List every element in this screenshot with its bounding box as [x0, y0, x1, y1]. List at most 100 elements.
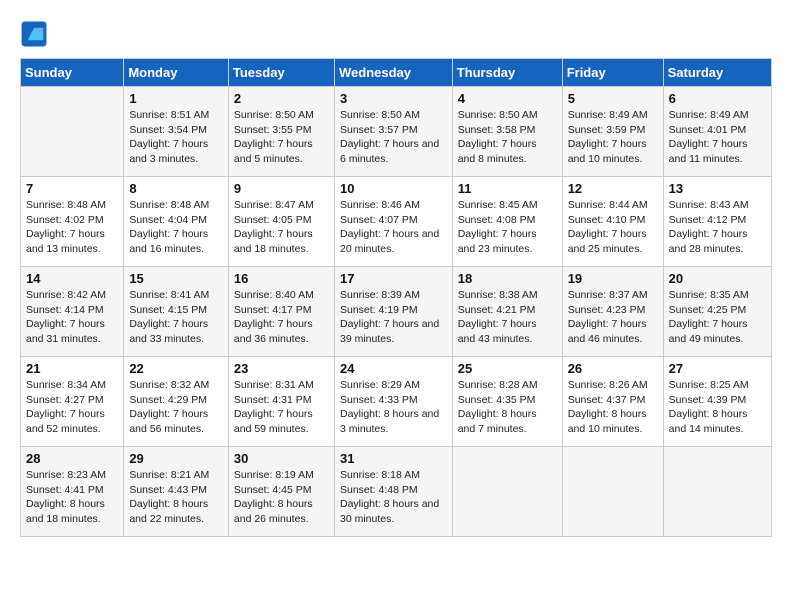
day-number: 3	[340, 91, 447, 106]
day-number: 13	[669, 181, 766, 196]
day-info: Sunrise: 8:48 AMSunset: 4:02 PMDaylight:…	[26, 198, 118, 257]
week-row-2: 7 Sunrise: 8:48 AMSunset: 4:02 PMDaylight…	[21, 177, 772, 267]
day-info: Sunrise: 8:46 AMSunset: 4:07 PMDaylight:…	[340, 198, 447, 257]
day-number: 7	[26, 181, 118, 196]
day-number: 8	[129, 181, 223, 196]
week-row-1: 1 Sunrise: 8:51 AMSunset: 3:54 PMDaylight…	[21, 87, 772, 177]
header-thursday: Thursday	[452, 59, 562, 87]
calendar-table: Sunday Monday Tuesday Wednesday Thursday…	[20, 58, 772, 537]
day-info: Sunrise: 8:50 AMSunset: 3:58 PMDaylight:…	[458, 108, 557, 167]
day-number: 16	[234, 271, 329, 286]
header-sunday: Sunday	[21, 59, 124, 87]
day-cell: 24 Sunrise: 8:29 AMSunset: 4:33 PMDayligh…	[334, 357, 452, 447]
day-number: 2	[234, 91, 329, 106]
day-cell: 7 Sunrise: 8:48 AMSunset: 4:02 PMDaylight…	[21, 177, 124, 267]
day-cell: 23 Sunrise: 8:31 AMSunset: 4:31 PMDayligh…	[228, 357, 334, 447]
day-number: 20	[669, 271, 766, 286]
day-info: Sunrise: 8:34 AMSunset: 4:27 PMDaylight:…	[26, 378, 118, 437]
day-cell: 17 Sunrise: 8:39 AMSunset: 4:19 PMDayligh…	[334, 267, 452, 357]
header-row: Sunday Monday Tuesday Wednesday Thursday…	[21, 59, 772, 87]
day-info: Sunrise: 8:18 AMSunset: 4:48 PMDaylight:…	[340, 468, 447, 527]
day-number: 11	[458, 181, 557, 196]
day-info: Sunrise: 8:28 AMSunset: 4:35 PMDaylight:…	[458, 378, 557, 437]
day-cell: 5 Sunrise: 8:49 AMSunset: 3:59 PMDaylight…	[562, 87, 663, 177]
day-info: Sunrise: 8:51 AMSunset: 3:54 PMDaylight:…	[129, 108, 223, 167]
day-info: Sunrise: 8:42 AMSunset: 4:14 PMDaylight:…	[26, 288, 118, 347]
day-cell: 19Sunrise: 8:37 AMSunset: 4:23 PMDayligh…	[562, 267, 663, 357]
day-info: Sunrise: 8:29 AMSunset: 4:33 PMDaylight:…	[340, 378, 447, 437]
week-row-5: 28Sunrise: 8:23 AMSunset: 4:41 PMDayligh…	[21, 447, 772, 537]
header-tuesday: Tuesday	[228, 59, 334, 87]
day-number: 6	[669, 91, 766, 106]
day-cell: 29 Sunrise: 8:21 AMSunset: 4:43 PMDayligh…	[124, 447, 229, 537]
day-cell: 11 Sunrise: 8:45 AMSunset: 4:08 PMDayligh…	[452, 177, 562, 267]
day-cell	[452, 447, 562, 537]
day-number: 25	[458, 361, 557, 376]
day-cell: 13 Sunrise: 8:43 AMSunset: 4:12 PMDayligh…	[663, 177, 771, 267]
day-info: Sunrise: 8:45 AMSunset: 4:08 PMDaylight:…	[458, 198, 557, 257]
day-number: 24	[340, 361, 447, 376]
day-number: 12	[568, 181, 658, 196]
day-cell: 16 Sunrise: 8:40 AMSunset: 4:17 PMDayligh…	[228, 267, 334, 357]
day-number: 30	[234, 451, 329, 466]
day-info: Sunrise: 8:31 AMSunset: 4:31 PMDaylight:…	[234, 378, 329, 437]
day-cell: 2 Sunrise: 8:50 AMSunset: 3:55 PMDaylight…	[228, 87, 334, 177]
day-cell: 10Sunrise: 8:46 AMSunset: 4:07 PMDayligh…	[334, 177, 452, 267]
day-number: 1	[129, 91, 223, 106]
day-number: 21	[26, 361, 118, 376]
day-number: 17	[340, 271, 447, 286]
day-cell: 18 Sunrise: 8:38 AMSunset: 4:21 PMDayligh…	[452, 267, 562, 357]
day-info: Sunrise: 8:50 AMSunset: 3:57 PMDaylight:…	[340, 108, 447, 167]
day-cell: 14Sunrise: 8:42 AMSunset: 4:14 PMDayligh…	[21, 267, 124, 357]
day-number: 18	[458, 271, 557, 286]
day-cell: 25 Sunrise: 8:28 AMSunset: 4:35 PMDayligh…	[452, 357, 562, 447]
day-cell: 20 Sunrise: 8:35 AMSunset: 4:25 PMDayligh…	[663, 267, 771, 357]
header-monday: Monday	[124, 59, 229, 87]
day-cell: 9 Sunrise: 8:47 AMSunset: 4:05 PMDaylight…	[228, 177, 334, 267]
day-number: 29	[129, 451, 223, 466]
day-info: Sunrise: 8:39 AMSunset: 4:19 PMDaylight:…	[340, 288, 447, 347]
day-info: Sunrise: 8:48 AMSunset: 4:04 PMDaylight:…	[129, 198, 223, 257]
day-info: Sunrise: 8:19 AMSunset: 4:45 PMDaylight:…	[234, 468, 329, 527]
page-header	[20, 20, 772, 48]
day-number: 5	[568, 91, 658, 106]
header-friday: Friday	[562, 59, 663, 87]
day-info: Sunrise: 8:21 AMSunset: 4:43 PMDaylight:…	[129, 468, 223, 527]
day-info: Sunrise: 8:49 AMSunset: 3:59 PMDaylight:…	[568, 108, 658, 167]
day-info: Sunrise: 8:26 AMSunset: 4:37 PMDaylight:…	[568, 378, 658, 437]
day-cell: 8 Sunrise: 8:48 AMSunset: 4:04 PMDaylight…	[124, 177, 229, 267]
logo	[20, 20, 52, 48]
day-info: Sunrise: 8:23 AMSunset: 4:41 PMDaylight:…	[26, 468, 118, 527]
day-info: Sunrise: 8:49 AMSunset: 4:01 PMDaylight:…	[669, 108, 766, 167]
day-cell	[21, 87, 124, 177]
day-info: Sunrise: 8:25 AMSunset: 4:39 PMDaylight:…	[669, 378, 766, 437]
day-number: 22	[129, 361, 223, 376]
day-info: Sunrise: 8:35 AMSunset: 4:25 PMDaylight:…	[669, 288, 766, 347]
header-saturday: Saturday	[663, 59, 771, 87]
day-cell: 12 Sunrise: 8:44 AMSunset: 4:10 PMDayligh…	[562, 177, 663, 267]
day-number: 23	[234, 361, 329, 376]
day-cell: 28Sunrise: 8:23 AMSunset: 4:41 PMDayligh…	[21, 447, 124, 537]
day-number: 19	[568, 271, 658, 286]
day-number: 26	[568, 361, 658, 376]
day-info: Sunrise: 8:32 AMSunset: 4:29 PMDaylight:…	[129, 378, 223, 437]
day-cell: 22 Sunrise: 8:32 AMSunset: 4:29 PMDayligh…	[124, 357, 229, 447]
day-info: Sunrise: 8:41 AMSunset: 4:15 PMDaylight:…	[129, 288, 223, 347]
day-cell: 4Sunrise: 8:50 AMSunset: 3:58 PMDaylight…	[452, 87, 562, 177]
day-number: 9	[234, 181, 329, 196]
day-info: Sunrise: 8:50 AMSunset: 3:55 PMDaylight:…	[234, 108, 329, 167]
day-cell	[663, 447, 771, 537]
header-wednesday: Wednesday	[334, 59, 452, 87]
day-cell: 30 Sunrise: 8:19 AMSunset: 4:45 PMDayligh…	[228, 447, 334, 537]
day-cell: 26 Sunrise: 8:26 AMSunset: 4:37 PMDayligh…	[562, 357, 663, 447]
day-cell: 21 Sunrise: 8:34 AMSunset: 4:27 PMDayligh…	[21, 357, 124, 447]
day-info: Sunrise: 8:43 AMSunset: 4:12 PMDaylight:…	[669, 198, 766, 257]
day-number: 15	[129, 271, 223, 286]
day-info: Sunrise: 8:44 AMSunset: 4:10 PMDaylight:…	[568, 198, 658, 257]
day-cell: 1 Sunrise: 8:51 AMSunset: 3:54 PMDaylight…	[124, 87, 229, 177]
day-cell: 6 Sunrise: 8:49 AMSunset: 4:01 PMDaylight…	[663, 87, 771, 177]
day-info: Sunrise: 8:40 AMSunset: 4:17 PMDaylight:…	[234, 288, 329, 347]
day-info: Sunrise: 8:38 AMSunset: 4:21 PMDaylight:…	[458, 288, 557, 347]
day-info: Sunrise: 8:47 AMSunset: 4:05 PMDaylight:…	[234, 198, 329, 257]
day-cell: 27Sunrise: 8:25 AMSunset: 4:39 PMDayligh…	[663, 357, 771, 447]
